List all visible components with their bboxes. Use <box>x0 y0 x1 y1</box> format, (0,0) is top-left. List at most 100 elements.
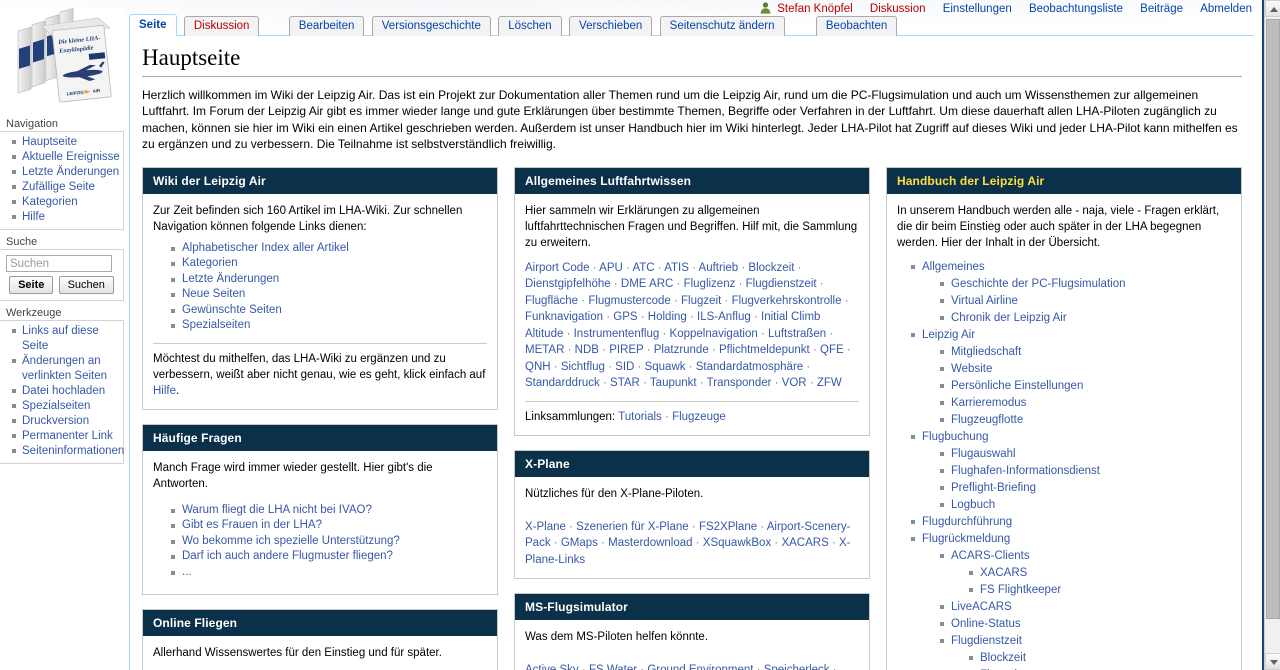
link-hb-karrieremodus[interactable]: Karrieremodus <box>951 397 1026 409</box>
link-msfs-1[interactable]: FS Water <box>589 664 637 670</box>
sidebar-link-zufaellige-seite[interactable]: Zufällige Seite <box>22 181 95 193</box>
list-item[interactable]: Blockzeit <box>969 650 1231 667</box>
link-wissen-11[interactable]: Flugfläche <box>525 295 578 307</box>
sidebar-link-aenderungen-verlinkte[interactable]: Änderungen an verlinkten Seiten <box>22 355 107 382</box>
sidebar-item-aenderungen-verlinkte[interactable]: Änderungen an verlinkten Seiten <box>12 354 121 384</box>
link-hb-flugzeugflotte[interactable]: Flugzeugflotte <box>951 414 1023 426</box>
link-wissen-14[interactable]: Flugverkehrskontrolle <box>732 295 842 307</box>
list-item[interactable]: Website <box>940 361 1231 378</box>
list-item[interactable]: Kategorien <box>171 256 487 272</box>
link-wissen-13[interactable]: Flugzeit <box>681 295 721 307</box>
link-wissen-16[interactable]: GPS <box>613 311 637 323</box>
personal-link-beobachtungsliste[interactable]: Beobachtungsliste <box>1029 3 1123 15</box>
link-hb-geschichte[interactable]: Geschichte der PC-Flugsimulation <box>951 278 1126 290</box>
personal-link-beitraege[interactable]: Beiträge <box>1140 3 1183 15</box>
sidebar-link-spezialseiten[interactable]: Spezialseiten <box>22 400 90 412</box>
search-input[interactable] <box>6 255 112 272</box>
tab-seitenschutz-aendern[interactable]: Seitenschutz ändern <box>660 16 785 36</box>
link-hb-flugrueckmeldung[interactable]: Flugrückmeldung <box>922 533 1010 545</box>
list-item[interactable]: Karrieremodus <box>940 395 1231 412</box>
link-spezialseiten[interactable]: Spezialseiten <box>182 319 250 331</box>
sidebar-item-zufaellige-seite[interactable]: Zufällige Seite <box>12 180 121 195</box>
link-hb-mitgliedschaft[interactable]: Mitgliedschaft <box>951 346 1021 358</box>
link-wissen-7[interactable]: DME <box>621 278 647 290</box>
link-wissen-27[interactable]: Pflichtmeldepunkt <box>719 344 810 356</box>
link-wissen-12[interactable]: Flugmustercode <box>588 295 670 307</box>
list-item[interactable]: Flugbuchung Flugauswahl Flughafen-Inform… <box>911 429 1231 514</box>
link-hb-flugauswahl[interactable]: Flugauswahl <box>951 448 1016 460</box>
link-hb-chronik[interactable]: Chronik der Leipzig Air <box>951 312 1067 324</box>
link-wissen-29[interactable]: QNH <box>525 361 551 373</box>
link-hb-flugdienstzeit[interactable]: Flugdienstzeit <box>951 635 1022 647</box>
personal-diskussion-link[interactable]: Diskussion <box>870 3 926 15</box>
link-wissen-15[interactable]: Funknavigation <box>525 311 603 323</box>
link-gewuenschte-seiten[interactable]: Gewünschte Seiten <box>182 304 282 316</box>
link-hilfe[interactable]: Hilfe <box>153 385 176 397</box>
list-item[interactable]: Persönliche Einstellungen <box>940 378 1231 395</box>
link-hb-blockzeit[interactable]: Blockzeit <box>980 652 1026 664</box>
list-item[interactable]: LiveACARS <box>940 599 1231 616</box>
tab-versionsgeschichte[interactable]: Versionsgeschichte <box>372 16 491 36</box>
personal-link-einstellungen[interactable]: Einstellungen <box>943 3 1012 15</box>
list-item[interactable]: Flugauswahl <box>940 446 1231 463</box>
link-wissen-17[interactable]: Holding <box>648 311 687 323</box>
list-item[interactable]: Gibt es Frauen in der LHA? <box>171 518 487 534</box>
link-hb-flugdurchfuehrung[interactable]: Flugdurchführung <box>922 516 1012 528</box>
list-item[interactable]: XACARS <box>969 565 1231 582</box>
list-item[interactable]: Flugzeugflotte <box>940 412 1231 429</box>
sidebar-link-hauptseite[interactable]: Hauptseite <box>22 136 77 148</box>
list-item[interactable]: Logbuch <box>940 497 1231 514</box>
link-hb-leipzig-air[interactable]: Leipzig Air <box>922 329 975 341</box>
link-wissen-35[interactable]: STAR <box>610 377 640 389</box>
list-item[interactable]: Online-Status <box>940 616 1231 633</box>
link-xplane-4[interactable]: GMaps <box>561 537 598 549</box>
link-wissen-8[interactable]: ARC <box>649 278 673 290</box>
tab-bearbeiten[interactable]: Bearbeiten <box>289 16 365 36</box>
list-item[interactable]: Flugdurchführung <box>911 514 1231 531</box>
link-faq-flugmuster[interactable]: Darf ich auch andere Flugmuster fliegen? <box>182 550 393 562</box>
link-wissen-24[interactable]: NDB <box>575 344 599 356</box>
link-hb-fs-flightkeeper[interactable]: FS Flightkeeper <box>980 584 1061 596</box>
link-wissen-32[interactable]: Squawk <box>645 361 686 373</box>
link-wissen-1[interactable]: APU <box>599 262 623 274</box>
link-hb-virtual-airline[interactable]: Virtual Airline <box>951 295 1018 307</box>
link-wissen-3[interactable]: ATIS <box>664 262 689 274</box>
tab-verschieben[interactable]: Verschieben <box>569 16 652 36</box>
link-hb-flughafen-informationsdienst[interactable]: Flughafen-Informationsdienst <box>951 465 1100 477</box>
link-wissen-20[interactable]: Instrumentenflug <box>574 328 660 340</box>
personal-einstellungen-link[interactable]: Einstellungen <box>943 3 1012 15</box>
list-item[interactable]: Virtual Airline <box>940 293 1231 310</box>
sidebar-item-permanenter-link[interactable]: Permanenter Link <box>12 429 121 444</box>
link-xplane-7[interactable]: XACARS <box>781 537 828 549</box>
personal-beitraege-link[interactable]: Beiträge <box>1140 3 1183 15</box>
list-item[interactable]: Darf ich auch andere Flugmuster fliegen? <box>171 549 487 565</box>
sidebar-link-kategorien[interactable]: Kategorien <box>22 196 78 208</box>
link-hb-allgemeines[interactable]: Allgemeines <box>922 261 985 273</box>
scroll-down-button[interactable] <box>1265 653 1280 670</box>
link-tutorials[interactable]: Tutorials <box>618 411 662 423</box>
list-item[interactable]: Flugdienstzeit Blockzeit Flugzeit <box>940 633 1231 670</box>
list-item[interactable]: Preflight-Briefing <box>940 480 1231 497</box>
link-wissen-2[interactable]: ATC <box>632 262 654 274</box>
list-item[interactable]: Letzte Änderungen <box>171 272 487 288</box>
link-alphabetischer-index[interactable]: Alphabetischer Index aller Artikel <box>182 242 349 254</box>
sidebar-item-hauptseite[interactable]: Hauptseite <box>12 135 121 150</box>
link-wissen-25[interactable]: PIREP <box>609 344 643 356</box>
link-letzte-aenderungen[interactable]: Letzte Änderungen <box>182 273 279 285</box>
list-item[interactable]: Allgemeines Geschichte der PC-Flugsimula… <box>911 259 1231 327</box>
link-xplane-5[interactable]: Masterdownload <box>608 537 692 549</box>
sidebar-item-aktuelle-ereignisse[interactable]: Aktuelle Ereignisse <box>12 150 121 165</box>
link-wissen-37[interactable]: Transponder <box>707 377 772 389</box>
link-wissen-28[interactable]: QFE <box>820 344 844 356</box>
sidebar-item-spezialseiten[interactable]: Spezialseiten <box>12 399 121 414</box>
list-item[interactable]: FS Flightkeeper <box>969 582 1231 599</box>
sidebar-item-seiteninformationen[interactable]: Seiteninformationen <box>12 444 121 459</box>
link-flugzeuge[interactable]: Flugzeuge <box>672 411 726 423</box>
sidebar-item-datei-hochladen[interactable]: Datei hochladen <box>12 384 121 399</box>
link-hb-logbuch[interactable]: Logbuch <box>951 499 995 511</box>
sidebar-link-datei-hochladen[interactable]: Datei hochladen <box>22 385 105 397</box>
sidebar-item-letzte-aenderungen[interactable]: Letzte Änderungen <box>12 165 121 180</box>
link-faq-ivao[interactable]: Warum fliegt die LHA nicht bei IVAO? <box>182 504 372 516</box>
personal-username-link[interactable]: Stefan Knöpfel <box>777 3 852 15</box>
link-xplane-1[interactable]: Szenerien für X-Plane <box>576 521 689 533</box>
